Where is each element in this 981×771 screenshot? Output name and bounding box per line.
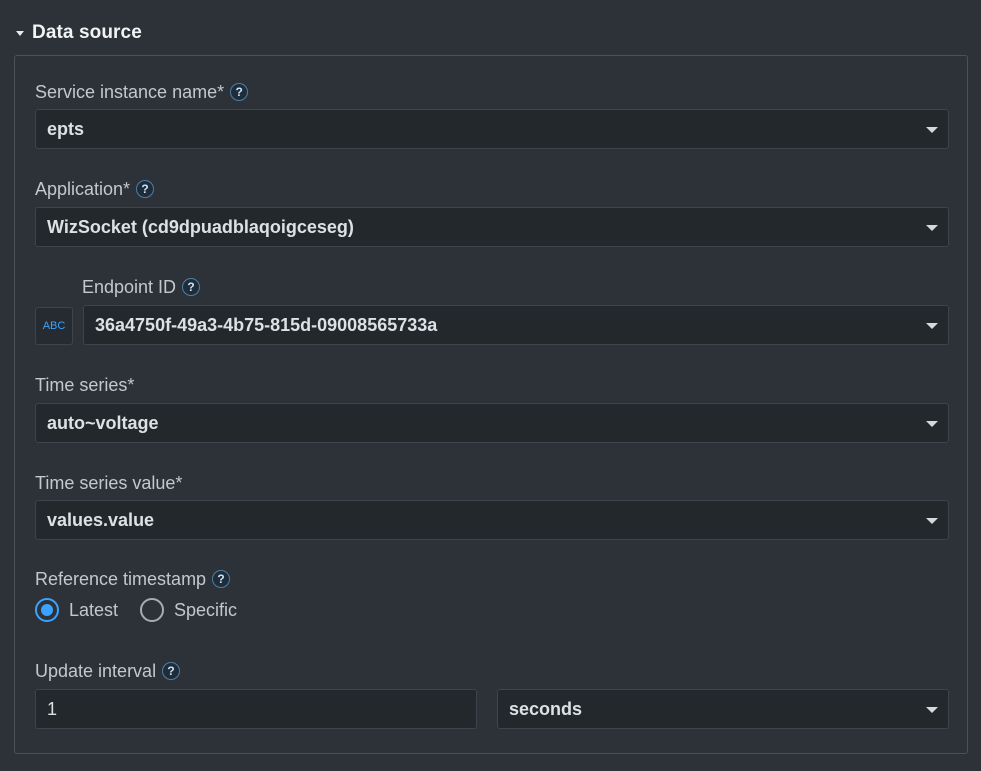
radio-specific[interactable]: Specific (140, 598, 237, 622)
update-interval-label-row: Update interval ? (35, 660, 181, 682)
time-series-label: Time series* (35, 374, 135, 395)
interval-unit-select[interactable]: seconds (497, 689, 949, 729)
value-type-toggle-button[interactable]: ABC (35, 307, 73, 345)
time-series-label-row: Time series* (35, 374, 134, 396)
dropdown-arrow-icon (926, 518, 938, 524)
caret-down-icon (16, 31, 24, 36)
dropdown-arrow-icon (926, 225, 938, 231)
endpoint-label: Endpoint ID (82, 276, 177, 297)
endpoint-label-row: Endpoint ID ? (82, 276, 201, 298)
application-value: WizSocket (cd9dpuadblaqoigceseg) (47, 216, 354, 237)
section-title: Data source (32, 22, 142, 43)
update-interval-input[interactable]: 1 (35, 689, 477, 729)
application-label-row: Application* ? (35, 178, 155, 200)
time-series-select[interactable]: auto~voltage (35, 403, 949, 443)
time-series-value-select[interactable]: values.value (35, 500, 949, 540)
update-interval-label: Update interval (35, 660, 157, 681)
help-icon[interactable]: ? (136, 180, 155, 198)
data-source-section-toggle[interactable]: Data source (16, 20, 142, 46)
application-label: Application* (35, 178, 131, 199)
dropdown-arrow-icon (926, 421, 938, 427)
endpoint-value: 36a4750f-49a3-4b75-815d-09008565733a (95, 314, 438, 335)
radio-latest[interactable]: Latest (35, 598, 118, 622)
radio-unchecked-icon[interactable] (140, 598, 164, 622)
reference-timestamp-label: Reference timestamp (35, 568, 207, 589)
service-instance-label-row: Service instance name* ? (35, 81, 249, 103)
radio-checked-icon[interactable] (35, 598, 59, 622)
time-series-value-label: Time series value* (35, 472, 183, 493)
time-series-value-label-row: Time series value* (35, 472, 182, 494)
dropdown-arrow-icon (926, 323, 938, 329)
service-instance-select[interactable]: epts (35, 109, 949, 149)
service-instance-label: Service instance name* (35, 81, 225, 102)
help-icon[interactable]: ? (162, 662, 181, 680)
dropdown-arrow-icon (926, 127, 938, 133)
dropdown-arrow-icon (926, 707, 938, 713)
time-series-value: auto~voltage (47, 412, 159, 433)
service-instance-value: epts (47, 118, 85, 139)
reference-timestamp-label-row: Reference timestamp ? (35, 568, 231, 590)
application-select[interactable]: WizSocket (cd9dpuadblaqoigceseg) (35, 207, 949, 247)
help-icon[interactable]: ? (230, 83, 249, 101)
time-series-value-value: values.value (47, 509, 155, 530)
interval-unit-value: seconds (509, 698, 583, 719)
help-icon[interactable]: ? (212, 570, 231, 588)
help-icon[interactable]: ? (182, 278, 201, 296)
radio-latest-label: Latest (69, 599, 119, 620)
data-source-panel: Service instance name* ? epts Applicatio… (14, 55, 968, 754)
radio-specific-label: Specific (174, 599, 238, 620)
endpoint-select[interactable]: 36a4750f-49a3-4b75-815d-09008565733a (83, 305, 949, 345)
